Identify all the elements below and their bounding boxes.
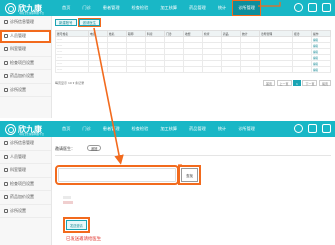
sidebar-item-exam-settings[interactable]: 检查项目设置 bbox=[0, 57, 51, 70]
top-navbar: 欣九康 中国卫生健康网络平台 首页 门诊 患者管理 检查检验 加工核算 药品管理… bbox=[0, 0, 335, 16]
nav-outpatient[interactable]: 门诊 bbox=[76, 121, 96, 137]
user-icon[interactable] bbox=[308, 3, 317, 12]
invite-label: 邀请医生： bbox=[55, 146, 75, 151]
sidebar-item-staff[interactable]: 人员管理 bbox=[0, 151, 51, 164]
nav-clinic-admin[interactable]: 诊所管理 bbox=[232, 121, 261, 137]
nav-patients[interactable]: 患者管理 bbox=[97, 0, 126, 16]
search-result-placeholder bbox=[63, 196, 71, 199]
cell-name: —— bbox=[55, 66, 89, 73]
person-icon bbox=[4, 154, 8, 159]
sidebar-item-clinic-settings[interactable]: 诊所设置 bbox=[0, 205, 51, 218]
staff-list-screen: 欣九康 中国卫生健康网络平台 首页 门诊 患者管理 检查检验 加工核算 药品管理… bbox=[0, 0, 335, 118]
settings-icon[interactable] bbox=[322, 3, 331, 12]
table-row: —— 编辑 bbox=[55, 66, 332, 73]
nav-processing[interactable]: 加工核算 bbox=[154, 0, 183, 16]
staff-content: 新建账号 邀请医生 账号姓名 电话 姓名 职称 科室 门诊 收费 检查 药品 统… bbox=[55, 18, 332, 86]
sidebar-item-departments[interactable]: 科室管理 bbox=[0, 43, 51, 57]
gear-icon bbox=[4, 87, 8, 92]
nav-home[interactable]: 首页 bbox=[56, 0, 76, 16]
sidebar-item-departments[interactable]: 科室管理 bbox=[0, 164, 51, 178]
pagination: 每页显示 10 ▾ 条记录 首页 上一页 1 下一页 尾页 bbox=[55, 79, 331, 87]
sidebar-item-staff[interactable]: 人员管理 bbox=[0, 29, 51, 43]
sidebar-item-label: 检查项目设置 bbox=[10, 180, 34, 186]
sidebar-item-drug-markup[interactable]: 药品加价设置 bbox=[0, 70, 51, 84]
drug-icon bbox=[4, 74, 8, 79]
toolbar: 新建账号 邀请医生 bbox=[55, 18, 331, 27]
sidebar-item-clinic-info[interactable]: 诊所信息管理 bbox=[0, 16, 51, 30]
settings-icon[interactable] bbox=[322, 124, 331, 133]
sidebar-item-label: 人员管理 bbox=[10, 153, 26, 159]
main-nav: 首页 门诊 患者管理 检查检验 加工核算 药品管理 统计 诊所管理 bbox=[56, 0, 261, 16]
sidebar-item-label: 诊所信息管理 bbox=[10, 19, 34, 25]
brand-logo: 欣九康 中国卫生健康网络平台 bbox=[0, 121, 52, 137]
doctor-search-input[interactable] bbox=[55, 165, 179, 185]
sidebar-item-label: 药品加价设置 bbox=[10, 194, 34, 200]
last-page-button[interactable]: 尾页 bbox=[318, 80, 331, 86]
divider bbox=[55, 155, 331, 156]
person-icon bbox=[4, 33, 8, 38]
next-page-button[interactable]: 下一页 bbox=[302, 80, 318, 86]
nav-exams[interactable]: 检查检验 bbox=[126, 0, 155, 16]
brand-subtitle: 中国卫生健康网络平台 bbox=[19, 133, 45, 136]
power-icon[interactable] bbox=[294, 124, 303, 133]
nav-stats[interactable]: 统计 bbox=[212, 121, 232, 137]
back-button[interactable]: 返回 bbox=[87, 145, 102, 151]
sidebar-item-label: 科室管理 bbox=[10, 46, 26, 52]
nav-processing[interactable]: 加工核算 bbox=[154, 121, 183, 137]
clinic-icon bbox=[4, 141, 8, 146]
logo-mark-icon bbox=[5, 123, 16, 135]
sidebar-item-drug-markup[interactable]: 药品加价设置 bbox=[0, 191, 51, 205]
top-navbar: 欣九康 中国卫生健康网络平台 首页 门诊 患者管理 检查检验 加工核算 药品管理… bbox=[0, 121, 335, 137]
sidebar-item-exam-settings[interactable]: 检查项目设置 bbox=[0, 178, 51, 191]
sidebar-item-label: 人员管理 bbox=[10, 32, 26, 38]
search-button[interactable]: 查找 bbox=[178, 165, 201, 185]
exam-icon bbox=[4, 181, 8, 186]
clinic-icon bbox=[4, 20, 8, 25]
main-nav: 首页 门诊 患者管理 检查检验 加工核算 药品管理 统计 诊所管理 bbox=[56, 121, 261, 137]
drug-icon bbox=[4, 195, 8, 200]
brand-subtitle: 中国卫生健康网络平台 bbox=[19, 12, 45, 15]
send-invite-button[interactable]: 发送邀请 bbox=[63, 217, 90, 233]
department-icon bbox=[4, 168, 8, 173]
nav-exams[interactable]: 检查检验 bbox=[126, 121, 155, 137]
nav-clinic-admin[interactable]: 诊所管理 bbox=[232, 0, 261, 16]
sidebar-item-label: 诊所设置 bbox=[10, 86, 26, 92]
page-size-info[interactable]: 每页显示 10 ▾ 条记录 bbox=[55, 81, 262, 85]
sidebar-item-clinic-settings[interactable]: 诊所设置 bbox=[0, 84, 51, 97]
nav-drugs[interactable]: 药品管理 bbox=[183, 121, 212, 137]
nav-outpatient[interactable]: 门诊 bbox=[76, 0, 96, 16]
exam-icon bbox=[4, 60, 8, 65]
sidebar-item-clinic-info[interactable]: 诊所信息管理 bbox=[0, 137, 51, 151]
user-icon[interactable] bbox=[308, 124, 317, 133]
first-page-button[interactable]: 首页 bbox=[263, 80, 276, 86]
prev-page-button[interactable]: 上一页 bbox=[276, 80, 292, 86]
nav-drugs[interactable]: 药品管理 bbox=[183, 0, 212, 16]
nav-patients[interactable]: 患者管理 bbox=[97, 121, 126, 137]
search-result-placeholder bbox=[63, 201, 73, 204]
sidebar: 诊所信息管理 人员管理 科室管理 检查项目设置 药品加价设置 诊所设置 bbox=[0, 137, 52, 245]
sidebar-item-label: 诊所信息管理 bbox=[10, 140, 34, 146]
invite-sent-note: 已发送邀请给医生 bbox=[66, 237, 102, 242]
nav-home[interactable]: 首页 bbox=[56, 121, 76, 137]
invite-doctor-button[interactable]: 邀请医生 bbox=[77, 18, 102, 27]
staff-table: 账号姓名 电话 姓名 职称 科室 门诊 收费 检查 药品 统计 诊所管理 拒诊 … bbox=[55, 30, 332, 73]
power-icon[interactable] bbox=[294, 3, 303, 12]
gear-icon bbox=[4, 208, 8, 213]
edit-link[interactable]: 编辑 bbox=[310, 66, 332, 73]
logo-mark-icon bbox=[5, 2, 16, 14]
sidebar-item-label: 药品加价设置 bbox=[10, 73, 34, 79]
top-icons bbox=[294, 124, 331, 133]
sidebar-item-label: 诊所设置 bbox=[10, 207, 26, 213]
sidebar-item-label: 检查项目设置 bbox=[10, 59, 34, 65]
brand-logo: 欣九康 中国卫生健康网络平台 bbox=[0, 0, 52, 16]
top-icons bbox=[294, 3, 331, 12]
sidebar: 诊所信息管理 人员管理 科室管理 检查项目设置 药品加价设置 诊所设置 bbox=[0, 16, 52, 118]
department-icon bbox=[4, 47, 8, 52]
nav-stats[interactable]: 统计 bbox=[212, 0, 232, 16]
invite-doctor-screen: 欣九康 中国卫生健康网络平台 首页 门诊 患者管理 检查检验 加工核算 药品管理… bbox=[0, 121, 335, 245]
new-account-button[interactable]: 新建账号 bbox=[55, 19, 77, 26]
current-page-button[interactable]: 1 bbox=[293, 80, 301, 86]
sidebar-item-label: 科室管理 bbox=[10, 167, 26, 173]
